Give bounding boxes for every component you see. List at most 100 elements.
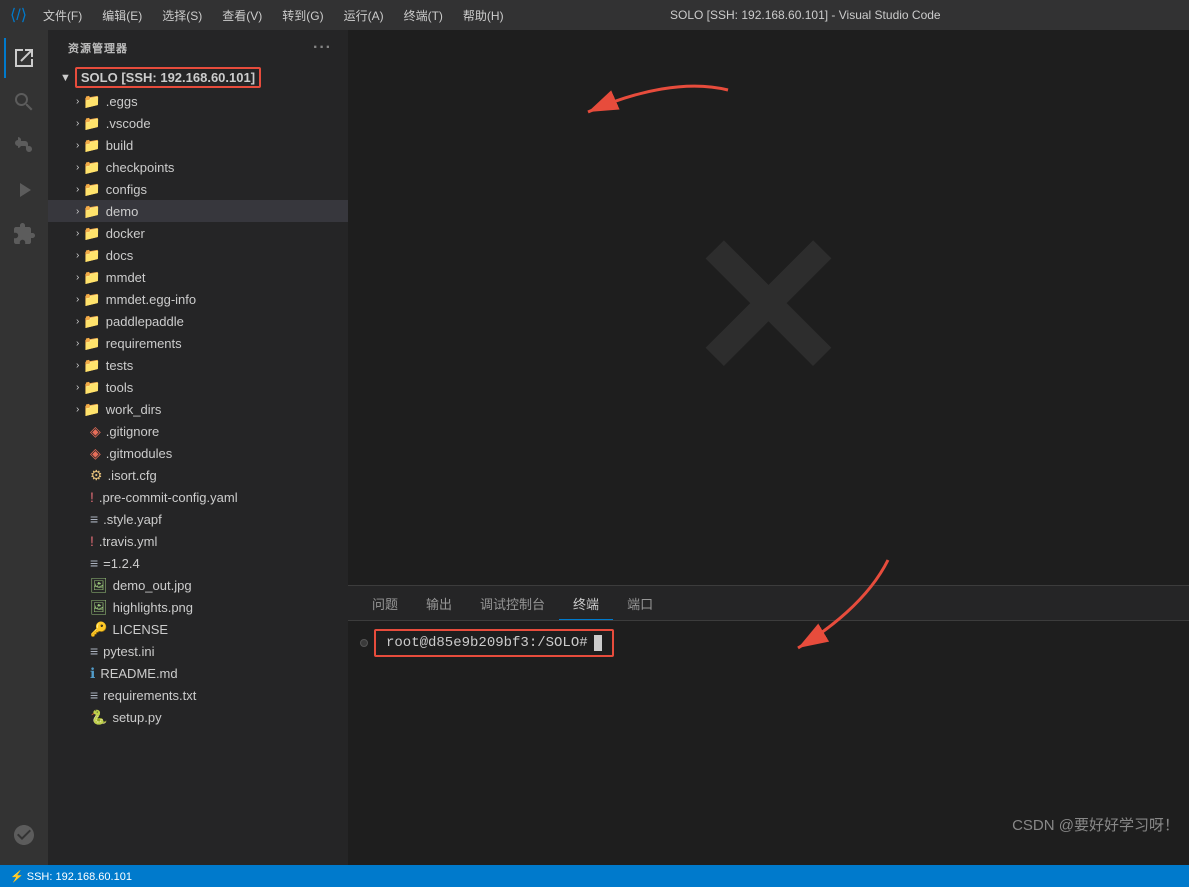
folder-chevron-icon: › — [76, 382, 79, 393]
tree-item-pre-commit[interactable]: ! .pre-commit-config.yaml — [48, 486, 348, 508]
sidebar: 资源管理器 ··· ▼ SOLO [SSH: 192.168.60.101] ›… — [48, 30, 348, 865]
folder-icon: 📁 — [83, 115, 100, 132]
folder-chevron-icon: › — [76, 338, 79, 349]
activity-explorer[interactable] — [4, 38, 44, 78]
item-label: .vscode — [106, 116, 151, 131]
item-label: requirements.txt — [103, 688, 196, 703]
tree-item-eggs[interactable]: › 📁 .eggs — [48, 90, 348, 112]
tab-terminal[interactable]: 终端 — [559, 588, 613, 620]
tab-ports[interactable]: 端口 — [613, 588, 667, 620]
item-label: demo_out.jpg — [113, 578, 192, 593]
tree-item-configs[interactable]: › 📁 configs — [48, 178, 348, 200]
root-label: SOLO [SSH: 192.168.60.101] — [75, 67, 261, 88]
item-label: pytest.ini — [103, 644, 154, 659]
item-label: checkpoints — [106, 160, 175, 175]
tree-item-work-dirs[interactable]: › 📁 work_dirs — [48, 398, 348, 420]
menu-run[interactable]: 运行(A) — [336, 5, 392, 26]
file-tree: ▼ SOLO [SSH: 192.168.60.101] › 📁 .eggs ›… — [48, 65, 348, 865]
tree-item-demo-out[interactable]: 🖼 demo_out.jpg — [48, 574, 348, 596]
watermark: CSDN @要好好学习呀！ — [1012, 814, 1179, 835]
item-label: highlights.png — [113, 600, 193, 615]
folder-icon: 📁 — [83, 159, 100, 176]
folder-icon: 📁 — [83, 269, 100, 286]
item-label: tools — [106, 380, 133, 395]
tree-item-readme[interactable]: ℹ README.md — [48, 662, 348, 684]
tree-root-solo[interactable]: ▼ SOLO [SSH: 192.168.60.101] — [48, 65, 348, 90]
activity-source-control[interactable] — [4, 126, 44, 166]
tree-item-gitmodules[interactable]: ◈ .gitmodules — [48, 442, 348, 464]
tree-item-paddlepaddle[interactable]: › 📁 paddlepaddle — [48, 310, 348, 332]
activity-bar — [0, 30, 48, 865]
tree-item-style-yapf[interactable]: ≡ .style.yapf — [48, 508, 348, 530]
window-title: SOLO [SSH: 192.168.60.101] - Visual Stud… — [670, 8, 941, 22]
tree-item-build[interactable]: › 📁 build — [48, 134, 348, 156]
tree-item-vscode[interactable]: › 📁 .vscode — [48, 112, 348, 134]
item-label: docker — [106, 226, 145, 241]
terminal-prompt-line: root@d85e9b209bf3:/SOLO# — [360, 629, 1177, 657]
item-label: mmdet — [106, 270, 146, 285]
yaml-icon: ! — [90, 489, 94, 505]
item-label: build — [106, 138, 133, 153]
sidebar-header: 资源管理器 ··· — [48, 30, 348, 65]
item-label: paddlepaddle — [106, 314, 184, 329]
tree-item-requirements[interactable]: › 📁 requirements — [48, 332, 348, 354]
vscode-logo-icon: ⟨/⟩ — [10, 5, 27, 25]
folder-chevron-icon: › — [76, 162, 79, 173]
sidebar-title: 资源管理器 — [68, 40, 128, 56]
menu-select[interactable]: 选择(S) — [154, 5, 210, 26]
tree-item-gitignore[interactable]: ◈ .gitignore — [48, 420, 348, 442]
item-label: requirements — [106, 336, 182, 351]
sidebar-more-button[interactable]: ··· — [313, 39, 332, 57]
tree-item-mmdet[interactable]: › 📁 mmdet — [48, 266, 348, 288]
tree-item-highlights[interactable]: 🖼 highlights.png — [48, 596, 348, 618]
tree-item-checkpoints[interactable]: › 📁 checkpoints — [48, 156, 348, 178]
tab-output[interactable]: 输出 — [412, 588, 466, 620]
tree-item-version[interactable]: ≡ =1.2.4 — [48, 552, 348, 574]
tree-item-travis[interactable]: ! .travis.yml — [48, 530, 348, 552]
titlebar: ⟨/⟩ 文件(F) 编辑(E) 选择(S) 查看(V) 转到(G) 运行(A) … — [0, 0, 1189, 30]
tree-item-tests[interactable]: › 📁 tests — [48, 354, 348, 376]
status-remote[interactable]: ⚡ SSH: 192.168.60.101 — [10, 870, 132, 883]
item-label: README.md — [100, 666, 177, 681]
activity-extensions[interactable] — [4, 214, 44, 254]
folder-icon: 📁 — [83, 291, 100, 308]
tree-item-tools[interactable]: › 📁 tools — [48, 376, 348, 398]
tree-item-setup-py[interactable]: 🐍 setup.py — [48, 706, 348, 728]
menu-edit[interactable]: 编辑(E) — [94, 5, 150, 26]
ini-icon: ≡ — [90, 643, 98, 659]
folder-chevron-icon: › — [76, 404, 79, 415]
tree-item-docs[interactable]: › 📁 docs — [48, 244, 348, 266]
cfg-icon: ⚙ — [90, 467, 103, 484]
tree-item-license[interactable]: 🔑 LICENSE — [48, 618, 348, 640]
terminal-tabs: 问题 输出 调试控制台 终端 端口 — [348, 586, 1189, 621]
tab-problems[interactable]: 问题 — [358, 588, 412, 620]
tree-item-requirements-txt[interactable]: ≡ requirements.txt — [48, 684, 348, 706]
activity-search[interactable] — [4, 82, 44, 122]
item-label: demo — [106, 204, 139, 219]
tree-item-demo[interactable]: › 📁 demo — [48, 200, 348, 222]
folder-chevron-icon: › — [76, 140, 79, 151]
editor-placeholder: ✕ — [348, 30, 1189, 585]
menu-help[interactable]: 帮助(H) — [455, 5, 512, 26]
item-label: .gitmodules — [106, 446, 172, 461]
terminal-prompt-box: root@d85e9b209bf3:/SOLO# — [374, 629, 614, 657]
menu-view[interactable]: 查看(V) — [214, 5, 270, 26]
tab-debug-console[interactable]: 调试控制台 — [466, 588, 559, 620]
license-icon: 🔑 — [90, 621, 107, 638]
tree-item-mmdet-egg-info[interactable]: › 📁 mmdet.egg-info — [48, 288, 348, 310]
menu-file[interactable]: 文件(F) — [35, 5, 90, 26]
activity-remote[interactable] — [4, 815, 44, 855]
folder-icon: 📁 — [83, 313, 100, 330]
item-label: .style.yapf — [103, 512, 162, 527]
item-label: .travis.yml — [99, 534, 158, 549]
txt-icon: ≡ — [90, 555, 98, 571]
activity-run[interactable] — [4, 170, 44, 210]
tree-item-docker[interactable]: › 📁 docker — [48, 222, 348, 244]
tree-item-pytest[interactable]: ≡ pytest.ini — [48, 640, 348, 662]
menu-terminal[interactable]: 终端(T) — [396, 5, 451, 26]
item-label: .gitignore — [106, 424, 159, 439]
tree-item-isort-cfg[interactable]: ⚙ .isort.cfg — [48, 464, 348, 486]
yaml-icon: ! — [90, 533, 94, 549]
folder-chevron-icon: › — [76, 184, 79, 195]
menu-goto[interactable]: 转到(G) — [274, 5, 331, 26]
